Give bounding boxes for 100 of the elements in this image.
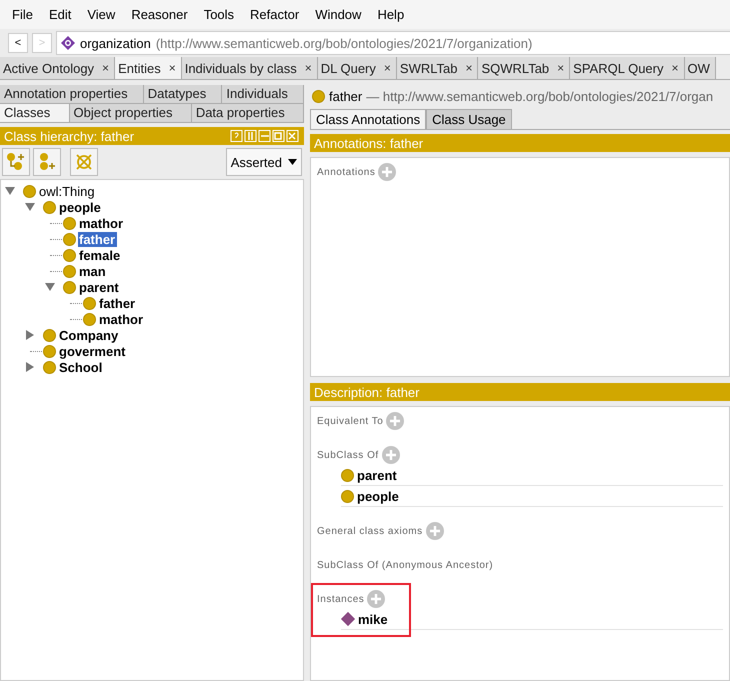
tree-item[interactable]: people bbox=[58, 200, 103, 214]
add-icon[interactable] bbox=[367, 590, 386, 608]
class-icon bbox=[63, 232, 76, 246]
tree-item[interactable]: man bbox=[78, 264, 108, 278]
class-icon bbox=[312, 90, 325, 102]
menu-item[interactable]: File bbox=[4, 7, 41, 22]
tree-item[interactable]: female bbox=[78, 248, 122, 262]
class-icon bbox=[63, 280, 76, 294]
tree-item[interactable]: owl:Thing bbox=[38, 184, 97, 198]
workspace-tab[interactable]: SWRLTab × bbox=[396, 57, 478, 79]
close-icon[interactable]: × bbox=[384, 61, 391, 75]
class-icon bbox=[43, 200, 56, 214]
workspace-tab[interactable]: Active Ontology × bbox=[0, 57, 116, 79]
entity-item[interactable]: people bbox=[357, 488, 399, 504]
add-subclass-button[interactable] bbox=[2, 148, 30, 176]
tab-label: Individuals by class bbox=[184, 60, 297, 76]
section-title: Equivalent To bbox=[317, 416, 384, 426]
expanded-triangle-icon[interactable] bbox=[45, 282, 55, 292]
tab-label: SQWRLTab bbox=[481, 60, 550, 76]
entity-iri: — http://www.semanticweb.org/bob/ontologies/2021/7/organ bbox=[366, 88, 714, 104]
tree-connector bbox=[70, 318, 82, 320]
section-title: Instances bbox=[317, 594, 364, 604]
workspace-tab[interactable]: Entities × bbox=[115, 57, 182, 79]
ontology-iri: (http://www.semanticweb.org/bob/ontologies/2021/7/organization) bbox=[156, 36, 532, 50]
class-icon bbox=[63, 264, 76, 278]
view-title: Class hierarchy: father bbox=[4, 128, 136, 144]
entity-type-tab[interactable]: Individuals bbox=[222, 85, 304, 104]
entity-type-tab[interactable]: Object properties bbox=[70, 104, 192, 123]
menu-item[interactable]: View bbox=[79, 7, 124, 22]
class-icon bbox=[63, 216, 76, 230]
section-title: Annotations bbox=[317, 166, 376, 178]
tree-item[interactable]: Company bbox=[58, 328, 120, 342]
tab-label: Entities bbox=[118, 60, 161, 76]
add-icon[interactable] bbox=[378, 163, 396, 181]
menu-item[interactable]: Reasoner bbox=[123, 7, 196, 22]
entity-item[interactable]: parent bbox=[357, 468, 397, 482]
tree-connector bbox=[70, 302, 82, 304]
tree-connector bbox=[50, 222, 62, 224]
collapsed-triangle-icon[interactable] bbox=[25, 362, 35, 372]
entity-type-tab[interactable]: Datatypes bbox=[144, 85, 222, 104]
add-icon[interactable] bbox=[426, 522, 444, 540]
menu-item[interactable]: Window bbox=[307, 7, 370, 22]
tree-connector bbox=[50, 238, 62, 240]
class-icon bbox=[83, 312, 96, 326]
add-sibling-button[interactable] bbox=[33, 148, 61, 176]
delete-button[interactable] bbox=[70, 148, 98, 176]
menu-item[interactable]: Tools bbox=[196, 7, 242, 22]
section-title: SubClass Of bbox=[317, 450, 379, 460]
ontology-name: organization bbox=[80, 36, 151, 50]
class-icon bbox=[23, 184, 36, 198]
delete-icon bbox=[75, 153, 93, 171]
class-icon bbox=[43, 344, 56, 358]
entity-type-tab[interactable]: Data properties bbox=[192, 104, 304, 123]
tree-item[interactable]: School bbox=[58, 360, 104, 374]
tab-label: DL Query bbox=[320, 60, 376, 76]
tree-item[interactable]: mathor bbox=[78, 216, 126, 230]
add-icon[interactable] bbox=[386, 412, 404, 430]
menu-item[interactable]: Help bbox=[369, 7, 412, 22]
workspace-tab[interactable]: Individuals by class × bbox=[182, 57, 318, 79]
close-icon[interactable]: × bbox=[671, 61, 678, 75]
expanded-triangle-icon[interactable] bbox=[25, 202, 35, 212]
tab-label: SPARQL Query bbox=[573, 60, 664, 76]
collapsed-triangle-icon[interactable] bbox=[25, 330, 35, 340]
section-title: SubClass Of (Anonymous Ancestor) bbox=[317, 560, 494, 570]
menu-item[interactable]: Edit bbox=[40, 7, 80, 22]
entity-item[interactable]: mike bbox=[358, 612, 388, 626]
expanded-triangle-icon[interactable] bbox=[5, 186, 15, 196]
tree-connector bbox=[50, 270, 62, 272]
workspace-tab[interactable]: SQWRLTab × bbox=[478, 57, 570, 79]
close-icon[interactable]: × bbox=[102, 61, 110, 75]
view-controls-icon[interactable] bbox=[230, 130, 300, 142]
view-tab[interactable]: Class Annotations bbox=[310, 109, 426, 129]
menu-item[interactable]: Refactor bbox=[242, 7, 308, 22]
entity-type-tab[interactable]: Classes bbox=[0, 104, 70, 123]
workspace-tab[interactable]: DL Query × bbox=[318, 57, 397, 79]
back-button[interactable]: < bbox=[8, 33, 28, 53]
tree-item[interactable]: father bbox=[78, 232, 118, 246]
tree-item[interactable]: goverment bbox=[58, 344, 128, 358]
close-icon[interactable]: × bbox=[465, 61, 472, 75]
close-icon[interactable]: × bbox=[168, 61, 176, 75]
ontology-address-field[interactable]: organization (http://www.semanticweb.org/bob/ontologies/2021/7/organization) bbox=[56, 31, 730, 55]
add-icon[interactable] bbox=[382, 446, 400, 464]
annotations-header: Annotations: father bbox=[310, 134, 730, 152]
class-icon bbox=[63, 248, 76, 262]
close-icon[interactable]: × bbox=[304, 61, 312, 75]
tree-item[interactable]: mathor bbox=[98, 312, 146, 326]
entity-name: father bbox=[329, 88, 362, 104]
class-icon bbox=[341, 468, 354, 482]
class-icon bbox=[43, 360, 56, 374]
entity-type-tab[interactable]: Annotation properties bbox=[0, 85, 144, 104]
tree-item[interactable]: father bbox=[98, 296, 138, 310]
description-header: Description: father bbox=[310, 383, 730, 401]
workspace-tab[interactable]: OW bbox=[684, 57, 716, 79]
tree-item[interactable]: parent bbox=[78, 280, 121, 294]
close-icon[interactable]: × bbox=[557, 61, 564, 75]
hierarchy-mode-dropdown[interactable]: Asserted bbox=[226, 148, 302, 176]
workspace-tab[interactable]: SPARQL Query × bbox=[570, 57, 684, 79]
view-tab[interactable]: Class Usage bbox=[426, 109, 512, 129]
tab-label: OW bbox=[688, 60, 710, 76]
tree-connector bbox=[50, 254, 62, 256]
